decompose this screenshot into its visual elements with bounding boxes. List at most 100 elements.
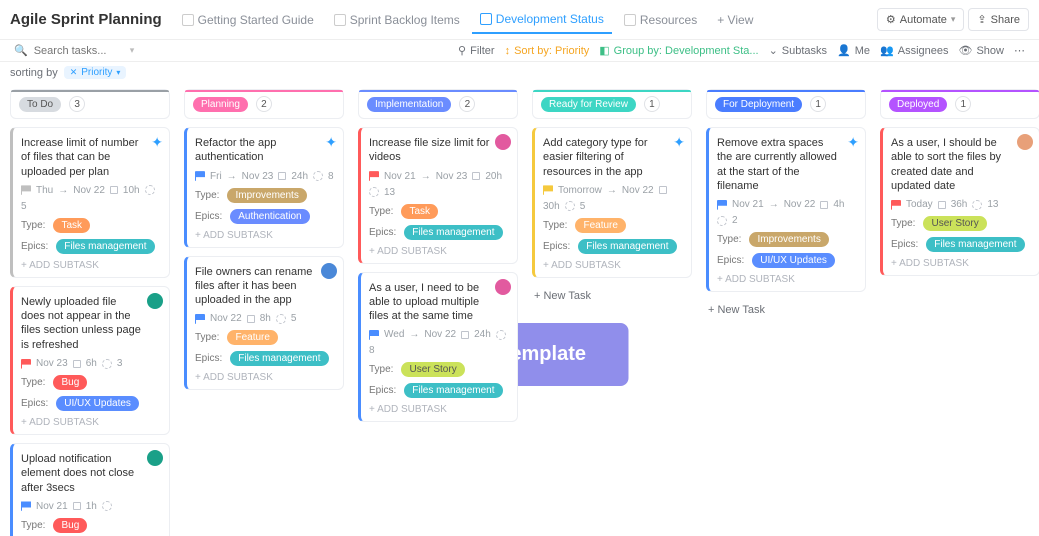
tab-label: Development Status	[496, 12, 604, 26]
sorting-bar: sorting by ✕ Priority ▾	[0, 62, 1039, 83]
add-subtask-button[interactable]: + ADD SUBTASK	[21, 260, 161, 271]
sparkle-icon: ✦	[325, 134, 337, 151]
add-subtask-button[interactable]: + ADD SUBTASK	[195, 372, 335, 383]
epic-tag[interactable]: Files management	[230, 351, 328, 366]
share-button[interactable]: ⇪ Share	[968, 8, 1029, 31]
task-card[interactable]: ✦Add category type for easier filtering …	[532, 127, 692, 278]
people-icon	[717, 216, 727, 226]
type-tag[interactable]: Improvements	[227, 188, 306, 203]
meta-value: 13	[987, 199, 998, 210]
type-tag[interactable]: Bug	[53, 518, 87, 533]
add-subtask-button[interactable]: + ADD SUBTASK	[369, 404, 509, 415]
view-tab[interactable]: Getting Started Guide	[174, 7, 322, 33]
people-icon	[972, 200, 982, 210]
add-subtask-button[interactable]: + ADD SUBTASK	[543, 260, 683, 271]
epic-tag[interactable]: UI/UX Updates	[56, 396, 139, 411]
type-tag[interactable]: User Story	[401, 362, 464, 377]
task-card[interactable]: ✦Increase limit of number of files that …	[10, 127, 170, 278]
task-card[interactable]: Newly uploaded file does not appear in t…	[10, 286, 170, 435]
meta-value: Nov 21	[384, 171, 416, 182]
more-button[interactable]: ⋯	[1014, 44, 1025, 57]
meta-value: 2	[732, 215, 738, 226]
subtasks-button[interactable]: ⌄Subtasks	[769, 44, 827, 57]
group-button[interactable]: ◧Group by: Development Sta...	[599, 44, 758, 57]
task-card[interactable]: ✦Remove extra spaces the are currently a…	[706, 127, 866, 292]
epic-tag[interactable]: Authentication	[230, 209, 309, 224]
filter-button[interactable]: ⚲Filter	[458, 44, 495, 57]
column-header[interactable]: Planning2	[184, 89, 344, 119]
task-card[interactable]: Increase file size limit for videosNov 2…	[358, 127, 518, 264]
type-tag[interactable]: Feature	[227, 330, 277, 345]
add-subtask-button[interactable]: + ADD SUBTASK	[21, 417, 161, 428]
hourglass-icon	[938, 201, 946, 209]
group-icon: ◧	[599, 44, 609, 57]
epic-tag[interactable]: UI/UX Updates	[752, 253, 835, 268]
column-header[interactable]: To Do3	[10, 89, 170, 119]
type-label: Type:	[21, 377, 45, 388]
people-icon	[102, 501, 112, 511]
task-card[interactable]: As a user, I should be able to sort the …	[880, 127, 1039, 276]
epic-tag[interactable]: Files management	[404, 383, 502, 398]
card-title: As a user, I should be able to sort the …	[891, 136, 1031, 193]
type-label: Type:	[21, 520, 45, 531]
type-tag[interactable]: Feature	[575, 218, 625, 233]
meta-value: 3	[117, 358, 123, 369]
column-header[interactable]: Deployed1	[880, 89, 1039, 119]
view-tab[interactable]: Resources	[616, 7, 705, 33]
epic-tag[interactable]: Files management	[56, 239, 154, 254]
close-icon[interactable]: ✕	[70, 67, 78, 78]
meta-value: 5	[291, 313, 297, 324]
avatar	[495, 279, 511, 295]
column-count: 1	[810, 96, 826, 112]
add-subtask-button[interactable]: + ADD SUBTASK	[717, 274, 857, 285]
type-label: Type:	[891, 218, 915, 229]
new-task-button[interactable]: + New Task	[532, 286, 692, 306]
add-subtask-button[interactable]: + ADD SUBTASK	[369, 246, 509, 257]
automate-button[interactable]: ⚙ Automate ▾	[877, 8, 965, 31]
epic-tag[interactable]: Files management	[578, 239, 676, 254]
view-icon	[334, 14, 346, 26]
task-card[interactable]: File owners can rename files after it ha…	[184, 256, 344, 391]
meta-value: 24h	[291, 171, 308, 182]
sorting-chip[interactable]: ✕ Priority ▾	[64, 66, 127, 79]
epics-label: Epics:	[21, 241, 48, 252]
sort-button[interactable]: ↕Sort by: Priority	[505, 45, 590, 57]
column-header[interactable]: For Deployment1	[706, 89, 866, 119]
type-tag[interactable]: Improvements	[749, 232, 828, 247]
add-subtask-button[interactable]: + ADD SUBTASK	[195, 230, 335, 241]
show-button[interactable]: 👁Show	[959, 44, 1005, 57]
meta-value: Nov 21	[732, 199, 764, 210]
view-icon	[182, 14, 194, 26]
card-meta: Nov 21→Nov 224h2	[717, 199, 857, 226]
me-button[interactable]: 👤Me	[837, 44, 870, 57]
type-tag[interactable]: User Story	[923, 216, 986, 231]
view-tab[interactable]: Sprint Backlog Items	[326, 7, 468, 33]
assignees-button[interactable]: 👥Assignees	[880, 44, 948, 57]
epic-tag[interactable]: Files management	[926, 237, 1024, 252]
column-header[interactable]: Ready for Review1	[532, 89, 692, 119]
add-subtask-button[interactable]: + ADD SUBTASK	[891, 258, 1031, 269]
task-card[interactable]: As a user, I need to be able to upload m…	[358, 272, 518, 423]
meta-value: Nov 22	[784, 199, 816, 210]
epic-tag[interactable]: Files management	[404, 225, 502, 240]
avatar	[495, 134, 511, 150]
avatar	[1017, 134, 1033, 150]
arrow-right-icon: →	[58, 185, 68, 196]
search-box[interactable]: 🔍 ▾	[14, 44, 154, 57]
tab-label: Getting Started Guide	[198, 13, 314, 27]
column-header[interactable]: Implementation2	[358, 89, 518, 119]
board-column: Ready for Review1 ✦Add category type for …	[532, 89, 692, 526]
add-view-button[interactable]: + View	[709, 7, 761, 33]
hourglass-icon	[278, 172, 286, 180]
search-input[interactable]	[34, 45, 124, 57]
meta-value: Tomorrow	[558, 185, 602, 196]
task-card[interactable]: ✦Refactor the app authenticationFri→Nov …	[184, 127, 344, 248]
view-tab[interactable]: Development Status	[472, 6, 612, 34]
new-task-button[interactable]: + New Task	[706, 300, 866, 320]
type-tag[interactable]: Bug	[53, 375, 87, 390]
type-tag[interactable]: Task	[401, 204, 438, 219]
task-card[interactable]: Upload notification element does not clo…	[10, 443, 170, 536]
meta-value: 36h	[951, 199, 968, 210]
tab-label: Resources	[640, 13, 697, 27]
type-tag[interactable]: Task	[53, 218, 90, 233]
